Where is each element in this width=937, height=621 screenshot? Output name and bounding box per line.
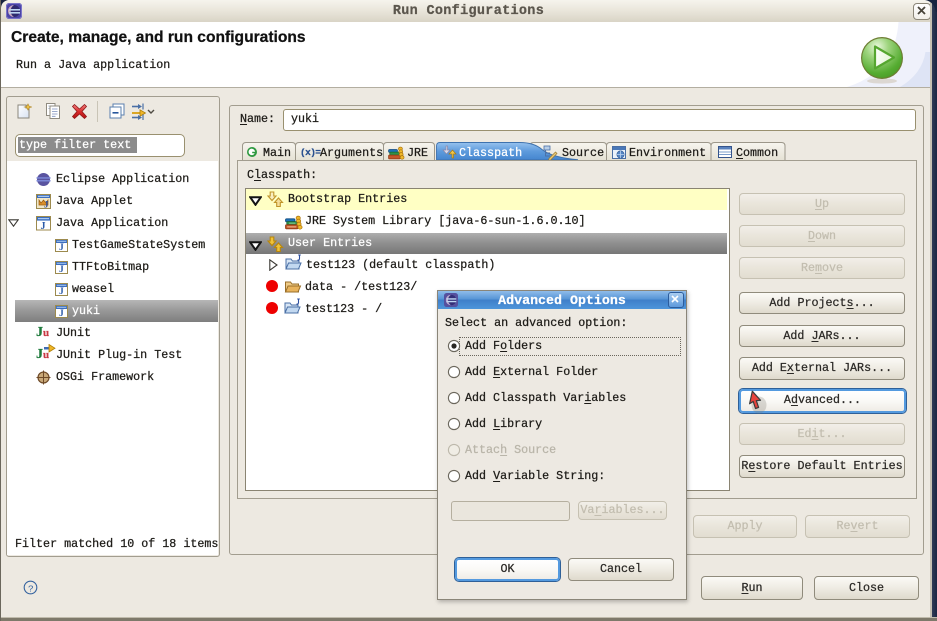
svg-text:J: J [44,200,49,210]
svg-text:J: J [41,221,46,231]
svg-text:?: ? [28,583,34,594]
svg-text:J: J [59,243,64,253]
svg-text:J: J [59,287,64,297]
svg-text:J: J [59,265,64,275]
svg-text:J: J [59,309,64,319]
